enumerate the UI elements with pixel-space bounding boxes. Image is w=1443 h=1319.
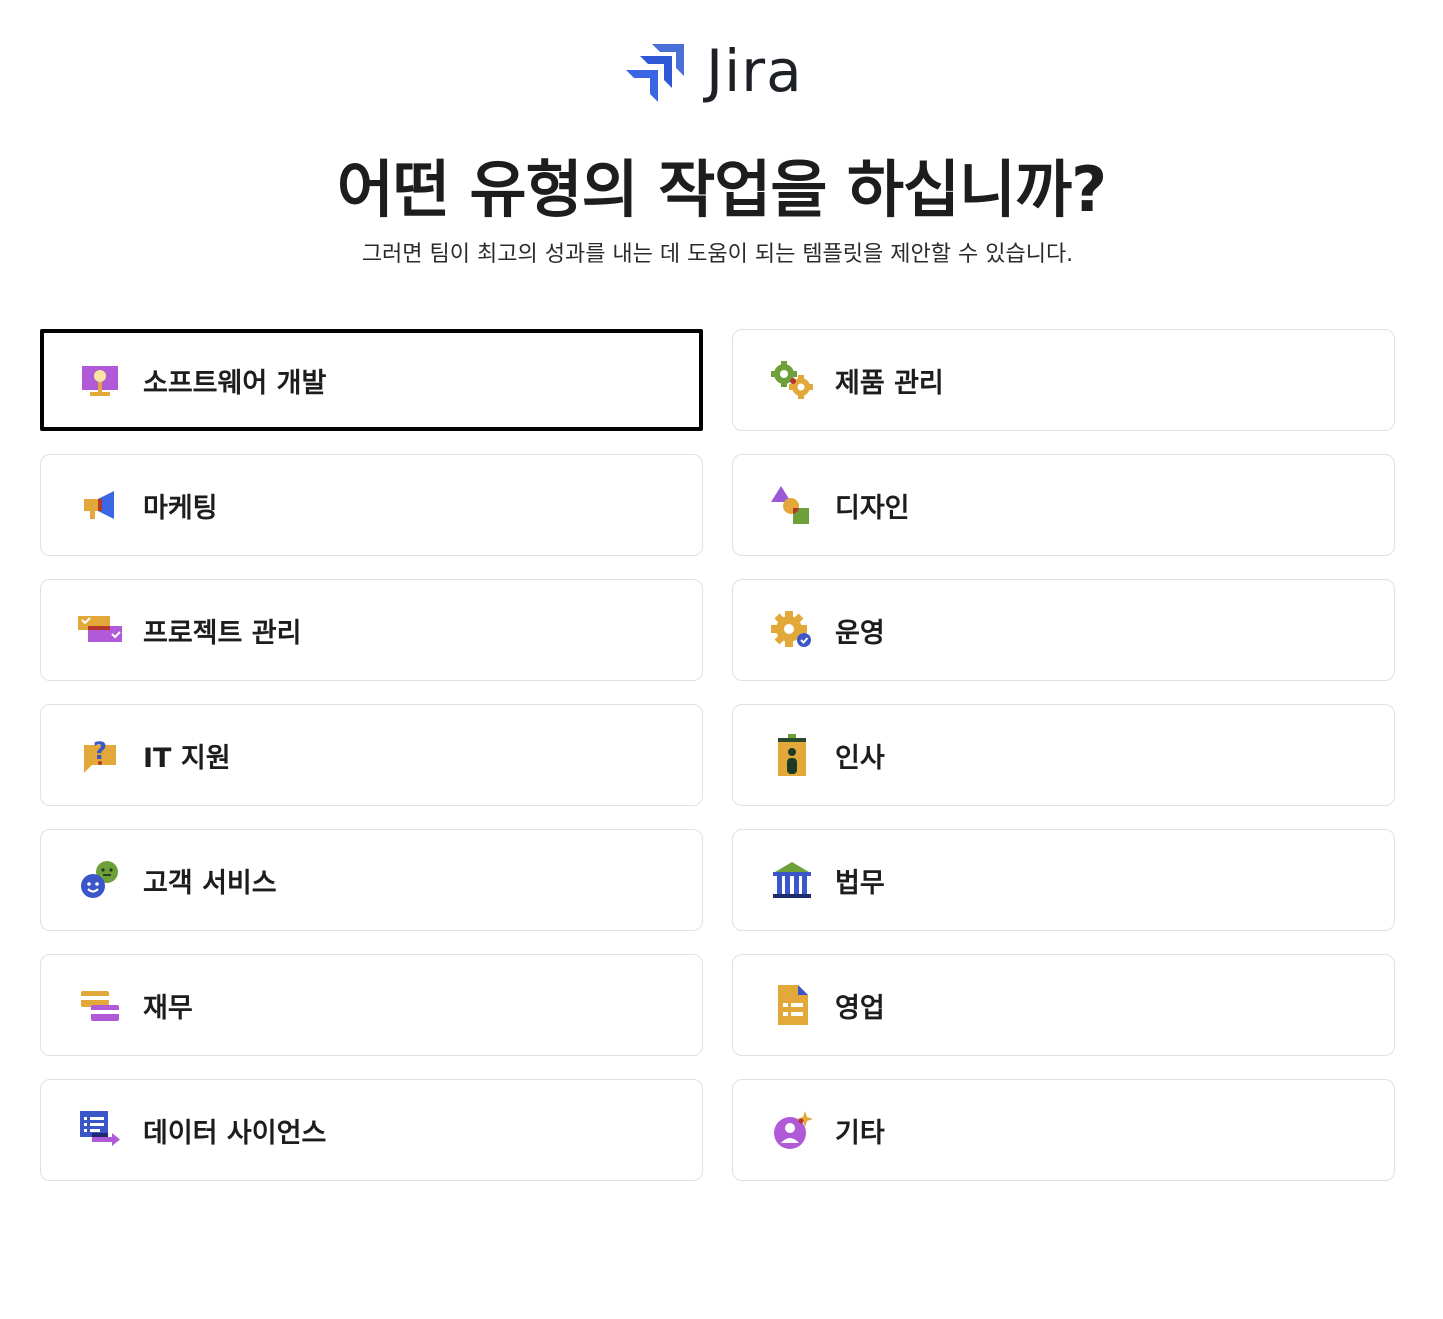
work-type-finance[interactable]: 재무 <box>40 954 703 1056</box>
courthouse-icon <box>769 857 815 903</box>
work-type-project-management[interactable]: 프로젝트 관리 <box>40 579 703 681</box>
work-type-product-management[interactable]: 제품 관리 <box>732 329 1395 431</box>
question-bubble-icon: ? <box>77 732 123 778</box>
work-type-legal[interactable]: 법무 <box>732 829 1395 931</box>
work-type-other[interactable]: 기타 <box>732 1079 1395 1181</box>
jira-logo: Jira <box>624 38 803 104</box>
work-type-operations[interactable]: 운영 <box>732 579 1395 681</box>
page-subtitle: 그러면 팀이 최고의 성과를 내는 데 도움이 되는 템플릿을 제안할 수 있습… <box>361 242 1074 267</box>
work-type-design[interactable]: 디자인 <box>732 454 1395 556</box>
svg-text:?: ? <box>93 737 107 765</box>
work-type-label: 인사 <box>835 742 885 774</box>
work-type-label: 소프트웨어 개발 <box>143 367 327 399</box>
work-type-marketing[interactable]: 마케팅 <box>40 454 703 556</box>
work-type-label: 디자인 <box>835 492 910 524</box>
work-type-label: 영업 <box>835 992 885 1024</box>
work-type-grid: 소프트웨어 개발 제품 관리 마케팅 디자인 프로젝트 관리 운영 ? IT 지… <box>40 329 1395 1181</box>
data-list-icon <box>77 1107 123 1153</box>
monitor-icon <box>77 357 123 403</box>
work-type-label: 데이터 사이언스 <box>143 1117 327 1149</box>
work-type-customer-service[interactable]: 고객 서비스 <box>40 829 703 931</box>
id-badge-icon <box>769 732 815 778</box>
credit-cards-icon <box>77 982 123 1028</box>
work-type-data-science[interactable]: 데이터 사이언스 <box>40 1079 703 1181</box>
jira-logo-text: Jira <box>706 37 803 105</box>
work-type-label: 기타 <box>835 1117 885 1149</box>
work-type-label: 마케팅 <box>143 492 218 524</box>
work-type-software-development[interactable]: 소프트웨어 개발 <box>40 329 703 431</box>
shapes-icon <box>769 482 815 528</box>
smiley-chat-icon <box>77 857 123 903</box>
gears-icon <box>769 357 815 403</box>
page-title: 어떤 유형의 작업을 하십니까? <box>336 153 1107 226</box>
work-type-label: 고객 서비스 <box>143 867 277 899</box>
user-sparkle-icon <box>769 1107 815 1153</box>
work-type-label: 재무 <box>143 992 193 1024</box>
megaphone-icon <box>77 482 123 528</box>
jira-logo-icon <box>626 44 684 102</box>
work-type-label: 법무 <box>835 867 885 899</box>
work-type-label: 프로젝트 관리 <box>143 617 302 649</box>
gear-check-icon <box>769 607 815 653</box>
work-type-label: 운영 <box>835 617 885 649</box>
work-type-label: IT 지원 <box>143 742 231 774</box>
checked-cards-icon <box>77 607 123 653</box>
work-type-hr[interactable]: 인사 <box>732 704 1395 806</box>
document-icon <box>769 982 815 1028</box>
work-type-sales[interactable]: 영업 <box>732 954 1395 1056</box>
work-type-label: 제품 관리 <box>835 367 944 399</box>
work-type-it-support[interactable]: ? IT 지원 <box>40 704 703 806</box>
